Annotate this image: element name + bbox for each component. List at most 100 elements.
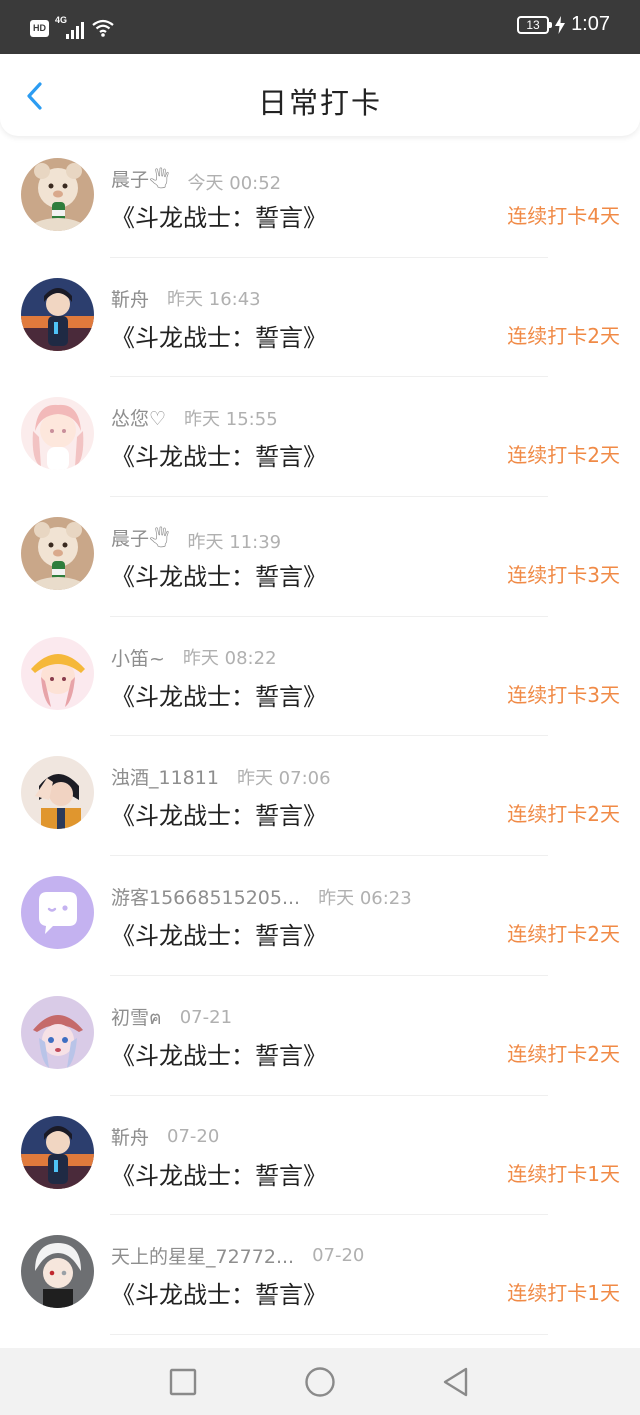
avatar[interactable] <box>21 158 94 231</box>
checkin-row[interactable]: 晨子🖑 今天 00:52 《斗龙战士：誓言》 连续打卡4天 <box>0 138 640 258</box>
back-icon <box>443 1367 468 1397</box>
checkin-title: 《斗龙战士：誓言》 <box>111 563 327 592</box>
avatar-image <box>21 636 94 710</box>
checkin-meta: 靳舟 07-20 <box>111 1123 219 1150</box>
clock: 1:07 <box>571 13 610 35</box>
status-left: HD 4G <box>30 15 115 39</box>
checkin-time: 昨天 06:23 <box>318 887 412 909</box>
recent-apps-icon <box>169 1368 197 1396</box>
avatar-image <box>21 1235 94 1309</box>
checkin-meta: 怂您♡ 昨天 15:55 <box>111 404 278 431</box>
checkin-title: 《斗龙战士：誓言》 <box>111 1161 327 1190</box>
checkin-title: 《斗龙战士：誓言》 <box>111 802 327 831</box>
avatar[interactable] <box>21 1235 94 1309</box>
page-title: 日常打卡 <box>257 86 382 120</box>
checkin-time: 今天 00:52 <box>187 172 282 194</box>
checkin-meta: 浊酒_11811 昨天 07:06 <box>111 763 331 790</box>
status-bar: HD 4G 13 1:07 <box>0 0 640 54</box>
user-name[interactable]: 晨子🖑 <box>111 165 170 198</box>
avatar-image <box>21 277 94 351</box>
checkin-meta: 初雪ฅ 07-21 <box>111 1003 232 1033</box>
user-name[interactable]: 怂您♡ <box>111 404 166 431</box>
avatar-image <box>21 158 94 231</box>
avatar[interactable] <box>21 517 94 591</box>
streak-label: 连续打卡2天 <box>507 323 620 348</box>
user-name[interactable]: 小笛~ <box>111 644 165 671</box>
avatar-image <box>21 756 94 830</box>
checkin-row[interactable]: 小笛~ 昨天 08:22 《斗龙战士：誓言》 连续打卡3天 <box>0 617 640 737</box>
streak-label: 连续打卡4天 <box>507 204 620 228</box>
checkin-row[interactable]: 游客15668515205... 昨天 06:23 《斗龙战士：誓言》 连续打卡2天 <box>0 856 640 976</box>
wifi-icon <box>92 19 114 37</box>
avatar[interactable] <box>21 756 94 830</box>
streak-label: 连续打卡1天 <box>507 1161 620 1186</box>
user-name[interactable]: 初雪ฅ <box>111 1003 162 1033</box>
hd-badge: HD <box>30 19 49 37</box>
checkin-row[interactable]: 浊酒_11811 昨天 07:06 《斗龙战士：誓言》 连续打卡2天 <box>0 736 640 856</box>
checkin-list: 晨子🖑 今天 00:52 《斗龙战士：誓言》 连续打卡4天 靳舟 昨天 16:43 《斗龙战… <box>0 138 640 1335</box>
user-name[interactable]: 游客15668515205... <box>111 883 300 910</box>
checkin-row[interactable]: 靳舟 昨天 16:43 《斗龙战士：誓言》 连续打卡2天 <box>0 258 640 378</box>
checkin-row[interactable]: 晨子🖑 昨天 11:39 《斗龙战士：誓言》 连续打卡3天 <box>0 497 640 617</box>
avatar[interactable] <box>21 995 94 1069</box>
checkin-meta: 晨子🖑 今天 00:52 <box>111 165 281 198</box>
checkin-time: 昨天 15:55 <box>184 408 278 430</box>
signal-icon: 4G <box>55 15 85 39</box>
avatar-image <box>21 517 94 591</box>
streak-label: 连续打卡2天 <box>507 443 620 468</box>
user-name[interactable]: 浊酒_11811 <box>111 763 219 790</box>
checkin-meta: 天上的星星_72772... 07-20 <box>111 1242 364 1269</box>
home-icon <box>305 1367 335 1397</box>
charging-icon <box>555 15 566 34</box>
checkin-row[interactable]: 怂您♡ 昨天 15:55 《斗龙战士：誓言》 连续打卡2天 <box>0 377 640 497</box>
checkin-title: 《斗龙战士：誓言》 <box>111 443 327 472</box>
avatar-image <box>21 397 94 471</box>
user-name[interactable]: 靳舟 <box>111 1123 149 1150</box>
avatar[interactable] <box>21 1115 94 1189</box>
avatar-image <box>21 876 94 950</box>
checkin-time: 昨天 08:22 <box>182 648 277 670</box>
streak-label: 连续打卡1天 <box>507 1281 620 1306</box>
checkin-title: 《斗龙战士：誓言》 <box>111 204 327 232</box>
checkin-title: 《斗龙战士：誓言》 <box>111 1281 327 1310</box>
checkin-meta: 小笛~ 昨天 08:22 <box>111 644 277 671</box>
streak-label: 连续打卡2天 <box>507 802 620 827</box>
streak-label: 连续打卡2天 <box>507 1041 620 1066</box>
checkin-time: 昨天 07:06 <box>236 767 331 789</box>
nav-bar <box>0 1348 640 1415</box>
home-button[interactable] <box>302 1364 338 1400</box>
checkin-title: 《斗龙战士：誓言》 <box>111 1041 327 1070</box>
checkin-meta: 游客15668515205... 昨天 06:23 <box>111 883 412 910</box>
avatar[interactable] <box>21 397 94 471</box>
checkin-title: 《斗龙战士：誓言》 <box>111 922 327 951</box>
streak-label: 连续打卡2天 <box>507 922 620 947</box>
avatar-image <box>21 1115 94 1189</box>
checkin-time: 昨天 11:39 <box>187 531 282 553</box>
avatar-image <box>21 995 94 1069</box>
system-back-button[interactable] <box>439 1364 475 1400</box>
checkin-time: 昨天 16:43 <box>167 289 261 311</box>
avatar[interactable] <box>21 277 94 351</box>
checkin-meta: 靳舟 昨天 16:43 <box>111 285 261 312</box>
checkin-title: 《斗龙战士：誓言》 <box>111 323 327 352</box>
checkin-row[interactable]: 靳舟 07-20 《斗龙战士：誓言》 连续打卡1天 <box>0 1096 640 1216</box>
user-name[interactable]: 晨子🖑 <box>111 524 170 557</box>
checkin-row[interactable]: 初雪ฅ 07-21 《斗龙战士：誓言》 连续打卡2天 <box>0 976 640 1096</box>
avatar[interactable] <box>21 876 94 950</box>
checkin-time: 07-20 <box>312 1245 365 1267</box>
battery-icon: 13 <box>517 15 553 34</box>
checkin-meta: 晨子🖑 昨天 11:39 <box>111 524 281 557</box>
status-right: 13 1:07 <box>517 13 610 36</box>
user-name[interactable]: 靳舟 <box>111 285 149 312</box>
checkin-time: 07-20 <box>167 1125 220 1147</box>
avatar[interactable] <box>21 636 94 710</box>
streak-label: 连续打卡3天 <box>507 563 620 588</box>
battery-level: 13 <box>526 17 540 32</box>
checkin-time: 07-21 <box>179 1007 233 1029</box>
user-name[interactable]: 天上的星星_72772... <box>111 1242 294 1269</box>
checkin-row[interactable]: 天上的星星_72772... 07-20 《斗龙战士：誓言》 连续打卡1天 <box>0 1215 640 1335</box>
header: 日常打卡 <box>0 54 640 136</box>
streak-label: 连续打卡3天 <box>507 682 620 707</box>
recent-apps-button[interactable] <box>165 1364 201 1400</box>
checkin-title: 《斗龙战士：誓言》 <box>111 682 327 711</box>
